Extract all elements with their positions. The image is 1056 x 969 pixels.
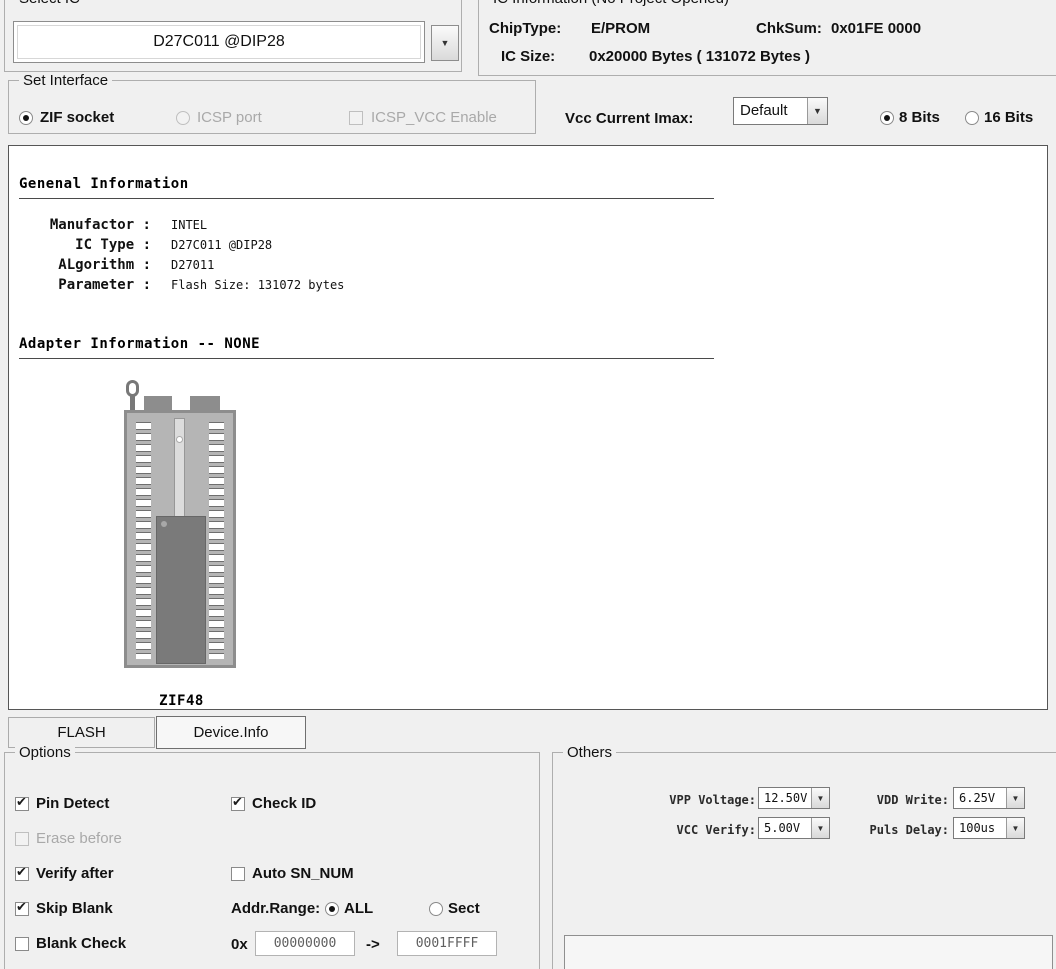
device-info-row: Manufactor : INTEL <box>19 216 344 236</box>
select-ic-combobox[interactable]: D27C011 @DIP28 <box>13 21 425 63</box>
erase-before-checkbox-label: Erase before <box>36 830 122 847</box>
puls-delay-value: 100us <box>954 818 1006 838</box>
blank-check-checkbox[interactable] <box>15 937 29 951</box>
8-bits-radio[interactable] <box>880 111 894 125</box>
socket-pin-column-left <box>136 422 151 659</box>
adapter-information-header: Adapter Information -- NONE <box>19 336 260 352</box>
auto-sn-num-checkbox-label[interactable]: Auto SN_NUM <box>252 865 354 882</box>
select-ic-group: Select IC D27C011 @DIP28 ▼ <box>4 0 462 72</box>
ic-information-group: IC Information (No Project Opened) ChipT… <box>478 0 1056 76</box>
row-label: Manufactor : <box>19 217 151 233</box>
blank-check-checkbox-label[interactable]: Blank Check <box>36 935 126 952</box>
16-bits-radio-label[interactable]: 16 Bits <box>984 109 1033 126</box>
verify-after-checkbox-label[interactable]: Verify after <box>36 865 114 882</box>
chip-type-label: ChipType: <box>489 20 561 37</box>
16-bits-radio[interactable] <box>965 111 979 125</box>
icsp-port-radio <box>176 111 190 125</box>
dropdown-arrow-icon: ▼ <box>1012 794 1020 803</box>
row-label: IC Type : <box>19 237 151 253</box>
select-ic-dropdown-button[interactable]: ▼ <box>431 25 459 61</box>
vdd-write-value: 6.25V <box>954 788 1006 808</box>
tab-device-info[interactable]: Device.Info <box>156 716 306 749</box>
dropdown-arrow-icon: ▼ <box>813 106 822 116</box>
icsp-vcc-enable-checkbox <box>349 111 363 125</box>
socket-center-channel <box>174 418 185 522</box>
check-id-checkbox[interactable] <box>231 797 245 811</box>
select-ic-group-title: Select IC <box>15 0 84 7</box>
chksum-value: 0x01FE 0000 <box>831 20 921 37</box>
vcc-verify-label: VCC Verify: <box>603 823 756 837</box>
ic-size-label: IC Size: <box>501 48 555 65</box>
addr-range-all-radio-label[interactable]: ALL <box>344 900 373 917</box>
skip-blank-checkbox-label[interactable]: Skip Blank <box>36 900 113 917</box>
skip-blank-checkbox[interactable] <box>15 902 29 916</box>
set-interface-group: Set Interface ZIF socket ICSP port ICSP_… <box>8 80 536 134</box>
options-group: Options Pin Detect Check ID Erase before… <box>4 752 540 969</box>
puls-delay-select[interactable]: 100us ▼ <box>953 817 1025 839</box>
verify-after-checkbox[interactable] <box>15 867 29 881</box>
vdd-write-label: VDD Write: <box>803 793 949 807</box>
erase-before-checkbox <box>15 832 29 846</box>
options-group-title: Options <box>15 744 75 761</box>
device-info-row: IC Type : D27C011 @DIP28 <box>19 236 344 256</box>
dropdown-arrow-icon: ▼ <box>441 38 450 48</box>
icsp-vcc-enable-checkbox-label: ICSP_VCC Enable <box>371 109 497 126</box>
check-id-checkbox-label[interactable]: Check ID <box>252 795 316 812</box>
chip-pin1-notch <box>161 521 167 527</box>
select-ic-value: D27C011 @DIP28 <box>17 25 421 59</box>
vcc-current-imax-label: Vcc Current Imax: <box>565 110 693 127</box>
device-info-row: Parameter : Flash Size: 131072 bytes <box>19 276 344 296</box>
device-info-panel: Genenal Information Manufactor : INTEL IC… <box>8 145 1048 710</box>
8-bits-radio-label[interactable]: 8 Bits <box>899 109 940 126</box>
vcc-current-imax-value: Default <box>734 98 807 124</box>
socket-pin-column-right <box>209 422 224 659</box>
addr-range-all-radio[interactable] <box>325 902 339 916</box>
dropdown-arrow-icon: ▼ <box>1012 824 1020 833</box>
addr-range-label: Addr.Range: <box>231 900 320 917</box>
addr-end-input[interactable] <box>397 931 497 956</box>
chksum-label: ChkSum: <box>756 20 822 37</box>
header-divider <box>19 358 714 359</box>
others-group-title: Others <box>563 744 616 761</box>
others-group: Others VPP Voltage: 12.50V ▼ VDD Write: … <box>552 752 1056 969</box>
row-value: D27C011 @DIP28 <box>171 238 272 252</box>
pin-detect-checkbox-label[interactable]: Pin Detect <box>36 795 109 812</box>
row-value: D27011 <box>171 258 214 272</box>
vdd-write-select[interactable]: 6.25V ▼ <box>953 787 1025 809</box>
chip-type-value: E/PROM <box>591 20 650 37</box>
row-value: Flash Size: 131072 bytes <box>171 278 344 292</box>
device-info-row: ALgorithm : D27011 <box>19 256 344 276</box>
zif-socket-radio[interactable] <box>19 111 33 125</box>
row-label: ALgorithm : <box>19 257 151 273</box>
ic-information-group-title: IC Information (No Project Opened) <box>489 0 733 7</box>
header-divider <box>19 198 714 199</box>
vcc-current-imax-select[interactable]: Default ▼ <box>733 97 828 125</box>
icsp-port-radio-label: ICSP port <box>197 109 262 126</box>
puls-delay-label: Puls Delay: <box>803 823 949 837</box>
general-information-header: Genenal Information <box>19 176 189 192</box>
set-interface-group-title: Set Interface <box>19 72 112 89</box>
programmer-app-window: Select IC D27C011 @DIP28 ▼ IC Informatio… <box>0 0 1056 969</box>
device-info-rows: Manufactor : INTEL IC Type : D27C011 @DIP2… <box>19 216 344 296</box>
row-value: INTEL <box>171 218 207 232</box>
addr-range-sect-radio-label[interactable]: Sect <box>448 900 480 917</box>
addr-range-sect-radio[interactable] <box>429 902 443 916</box>
zif-socket-graphic <box>114 378 249 688</box>
vdd-write-dropdown-button[interactable]: ▼ <box>1006 788 1024 808</box>
vcc-current-imax-dropdown-button[interactable]: ▼ <box>807 98 827 124</box>
addr-start-input[interactable] <box>255 931 355 956</box>
socket-type-label: ZIF48 <box>114 693 249 709</box>
inserted-chip-graphic <box>156 516 206 664</box>
socket-channel-notch <box>176 436 183 443</box>
pin-detect-checkbox[interactable] <box>15 797 29 811</box>
vpp-voltage-label: VPP Voltage: <box>603 793 756 807</box>
others-status-box <box>564 935 1053 969</box>
hex-prefix-label: 0x <box>231 936 248 953</box>
row-label: Parameter : <box>19 277 151 293</box>
ic-size-value: 0x20000 Bytes ( 131072 Bytes ) <box>589 48 810 65</box>
auto-sn-num-checkbox[interactable] <box>231 867 245 881</box>
zif-socket-radio-label[interactable]: ZIF socket <box>40 109 114 126</box>
addr-arrow-label: -> <box>366 936 380 953</box>
puls-delay-dropdown-button[interactable]: ▼ <box>1006 818 1024 838</box>
